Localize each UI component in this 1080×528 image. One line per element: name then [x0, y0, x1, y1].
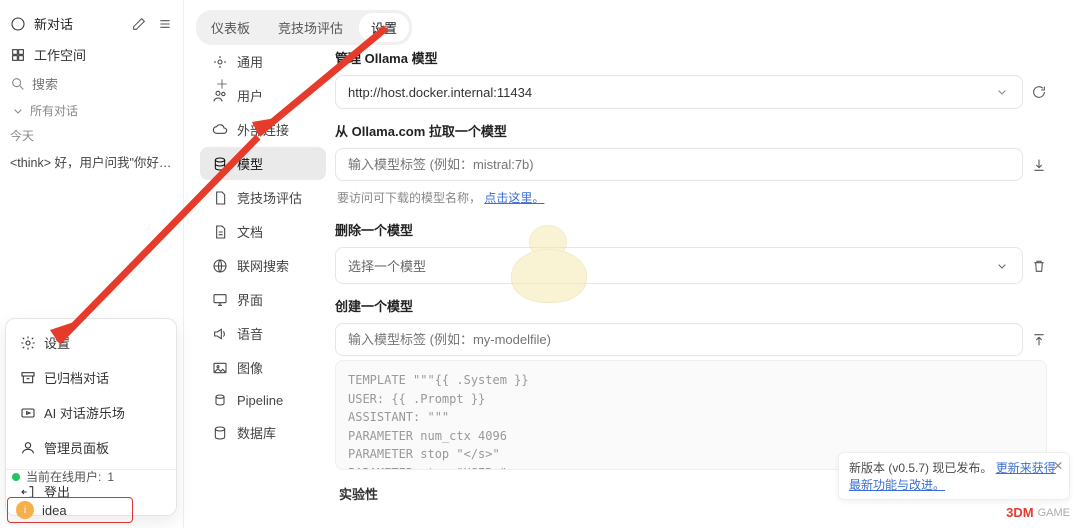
edit-icon[interactable]	[131, 16, 147, 32]
site-logo: 3DMGAME	[1006, 505, 1070, 520]
menu-admin[interactable]: 管理员面板	[6, 430, 176, 465]
search-icon	[10, 76, 26, 92]
pull-help: 要访问可下载的模型名称， 点击这里。	[335, 185, 1047, 212]
status-dot-icon	[12, 473, 20, 481]
user-name: idea	[42, 503, 67, 518]
trash-icon[interactable]	[1031, 258, 1047, 274]
create-input[interactable]	[348, 332, 1010, 347]
experimental-title: 实验性	[339, 484, 378, 503]
help-link[interactable]: 点击这里。	[484, 191, 544, 205]
menu-playground[interactable]: AI 对话游乐场	[6, 395, 176, 430]
search-row[interactable]	[10, 70, 173, 98]
annotation-arrow	[40, 134, 270, 354]
create-input-box[interactable]	[335, 323, 1023, 356]
chevron-down-icon[interactable]	[994, 258, 1010, 274]
all-chats[interactable]: 所有对话	[10, 98, 173, 123]
watermark-mascot	[505, 221, 595, 311]
play-icon	[20, 405, 36, 421]
sm-image[interactable]: 图像	[200, 351, 326, 384]
upload-icon[interactable]	[1031, 332, 1047, 348]
gear-icon	[212, 54, 228, 70]
users-icon	[212, 88, 228, 104]
workspace-label: 工作空间	[34, 45, 86, 64]
download-icon[interactable]	[1031, 157, 1047, 173]
delete-title: 删除一个模型	[335, 212, 1047, 247]
pipeline-icon	[212, 392, 228, 408]
close-icon[interactable]: ✕	[1053, 459, 1063, 473]
archive-icon	[20, 370, 36, 386]
shield-icon	[20, 440, 36, 456]
sm-database[interactable]: 数据库	[200, 416, 326, 449]
gear-icon	[20, 335, 36, 351]
pull-title: 从 Ollama.com 拉取一个模型	[335, 113, 1047, 148]
menu-archived[interactable]: 已归档对话	[6, 360, 176, 395]
search-input[interactable]	[32, 77, 208, 92]
user-chip[interactable]: i idea	[7, 497, 133, 523]
manage-title: 管理 Ollama 模型	[335, 40, 1047, 75]
database-icon	[212, 425, 228, 441]
new-chat-label: 新对话	[34, 14, 73, 33]
logo-icon	[10, 16, 26, 32]
pull-input[interactable]	[348, 157, 1010, 172]
chevron-down-icon[interactable]	[994, 84, 1010, 100]
annotation-arrow	[248, 22, 398, 142]
main-panel: 管理 Ollama 模型 http://host.docker.internal…	[335, 40, 1061, 503]
refresh-icon[interactable]	[1031, 84, 1047, 100]
delete-select[interactable]: 选择一个模型	[335, 247, 1023, 284]
sm-pipeline[interactable]: Pipeline	[200, 385, 326, 415]
new-chat-row[interactable]: 新对话	[10, 8, 173, 39]
image-icon	[212, 360, 228, 376]
workspace-row[interactable]: 工作空间	[10, 39, 173, 70]
chevron-down-icon	[10, 103, 26, 119]
update-banner: ✕ 新版本 (v0.5.7) 现已发布。 更新来获得最新功能与改进。	[838, 452, 1070, 500]
avatar: i	[16, 501, 34, 519]
create-title: 创建一个模型	[335, 288, 1047, 323]
ollama-url-box[interactable]: http://host.docker.internal:11434	[335, 75, 1023, 109]
online-status: 当前在线用户: 1	[12, 468, 114, 485]
pull-input-box[interactable]	[335, 148, 1023, 181]
workspace-icon	[10, 47, 26, 63]
menu-icon[interactable]	[157, 16, 173, 32]
